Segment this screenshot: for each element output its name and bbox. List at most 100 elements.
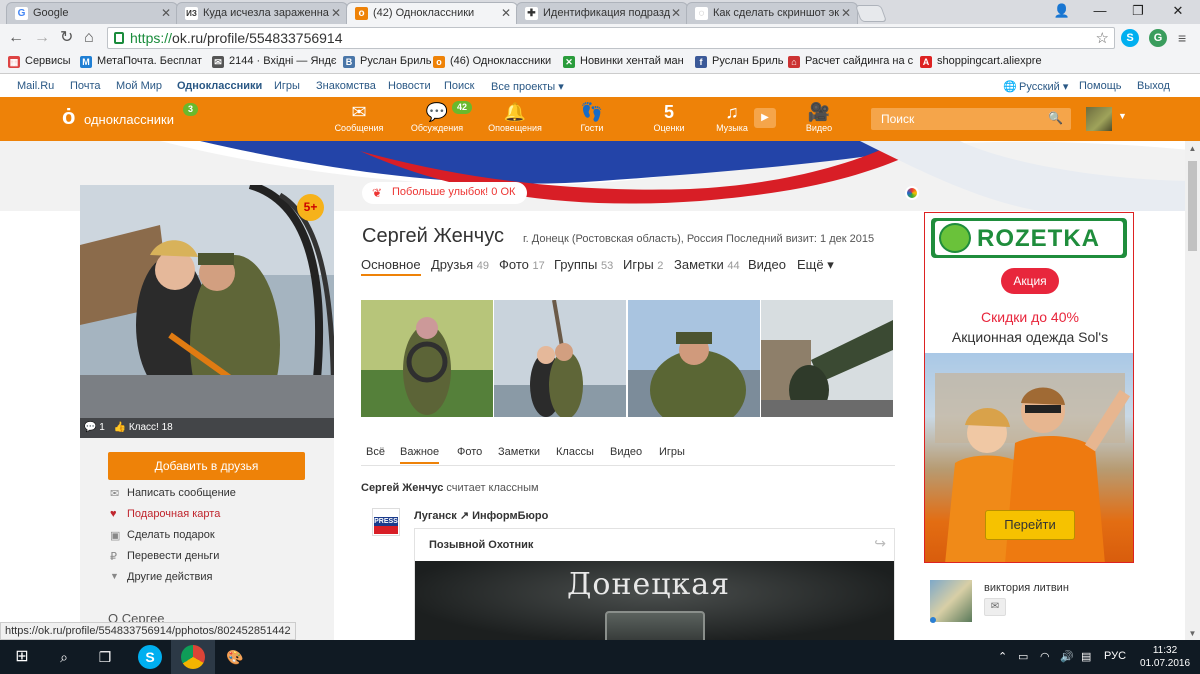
- search-icon[interactable]: 🔍: [1048, 111, 1063, 125]
- profile-photo[interactable]: 💬 1 👍 Класс! 18: [80, 185, 334, 438]
- scrollbar-thumb[interactable]: [1188, 161, 1197, 251]
- link-dating[interactable]: Знакомства: [316, 80, 376, 92]
- ad-go-button[interactable]: Перейти: [985, 510, 1075, 540]
- color-wheel-icon[interactable]: [905, 186, 919, 200]
- bookmark-item[interactable]: Ashoppingcart.aliexpre: [920, 55, 1042, 68]
- bookmark-item[interactable]: f Руслан Бриль: [695, 55, 784, 68]
- nav-ratings[interactable]: 5 Оценки: [641, 101, 697, 133]
- scroll-down-icon[interactable]: ▼: [1185, 626, 1200, 641]
- tab-photos[interactable]: Фото 17: [499, 257, 545, 272]
- gift-card-link[interactable]: ♥ Подарочная карта: [110, 508, 220, 520]
- make-gift-link[interactable]: ▣ Сделать подарок: [110, 529, 215, 542]
- tab-groups[interactable]: Группы 53: [554, 257, 613, 272]
- bookmark-item[interactable]: M МетаПочта. Бесплат: [80, 55, 202, 68]
- friend-name[interactable]: виктория литвин: [984, 582, 1069, 594]
- press-avatar[interactable]: PRESS: [372, 508, 400, 536]
- feed-card[interactable]: Позывной Охотник ↪ Донецкая: [414, 528, 895, 651]
- close-icon[interactable]: ✕: [501, 6, 511, 20]
- tab-games[interactable]: Игры 2: [623, 257, 663, 272]
- play-icon[interactable]: ▶: [754, 108, 776, 128]
- bookmark-item[interactable]: B Руслан Бриль: [343, 55, 432, 68]
- browser-tab-article[interactable]: ИЗ Куда исчезла зараженна ✕: [176, 2, 348, 24]
- link-games[interactable]: Игры: [274, 80, 300, 92]
- close-window-button[interactable]: ✕: [1160, 0, 1196, 22]
- feed-author[interactable]: Сергей Женчус: [361, 482, 443, 494]
- comment-count[interactable]: 1: [99, 422, 105, 433]
- photo-thumbnail[interactable]: [628, 300, 760, 417]
- forward-icon[interactable]: →: [34, 28, 50, 48]
- other-actions-link[interactable]: ▼ Другие действия: [110, 571, 212, 583]
- close-icon[interactable]: ✕: [161, 6, 171, 20]
- rate-five-plus-badge[interactable]: 5+: [297, 194, 324, 221]
- envelope-icon[interactable]: ✉: [984, 598, 1006, 616]
- chevron-down-icon[interactable]: ▼: [1118, 111, 1127, 121]
- skype-extension-icon[interactable]: S: [1121, 29, 1139, 47]
- notifications-icon[interactable]: ▤: [1081, 650, 1091, 663]
- photo-thumbnail[interactable]: [361, 300, 493, 417]
- user-profile-icon[interactable]: 👤: [1044, 0, 1080, 22]
- browser-tab-screenshot[interactable]: ◌ Как сделать скриншот эк ✕: [686, 2, 858, 24]
- nav-guests[interactable]: 👣 Гости: [564, 101, 620, 133]
- photo-thumbnail[interactable]: [494, 300, 626, 417]
- bookmark-item[interactable]: о (46) Одноклассники: [433, 55, 551, 68]
- extension-icon[interactable]: G: [1149, 29, 1167, 47]
- feed-tab-likes[interactable]: Классы: [556, 446, 594, 458]
- browser-tab-identification[interactable]: ✚ Идентификация подразд ✕: [516, 2, 688, 24]
- feed-source-link[interactable]: Луганск ↗ ИнформБюро: [414, 509, 548, 522]
- feed-tab-photos[interactable]: Фото: [457, 446, 482, 458]
- link-pochta[interactable]: Почта: [70, 80, 101, 92]
- link-all-projects[interactable]: Все проекты ▾: [491, 80, 564, 93]
- bookmark-item[interactable]: ✉ 2144 · Вхідні — Яндє: [212, 55, 337, 68]
- chrome-icon[interactable]: [181, 645, 205, 669]
- volume-icon[interactable]: 🔊: [1060, 650, 1074, 663]
- link-help[interactable]: Помощь: [1079, 80, 1122, 92]
- minimize-button[interactable]: —: [1082, 0, 1118, 22]
- feed-tab-video[interactable]: Видео: [610, 446, 642, 458]
- bookmark-item[interactable]: ✕ Новинки хентай ман: [563, 55, 684, 68]
- browser-tab-odnoklassniki[interactable]: о (42) Одноклассники ✕: [346, 2, 518, 24]
- tab-friends[interactable]: Друзья 49: [431, 257, 489, 272]
- tab-video[interactable]: Видео: [748, 257, 786, 272]
- feed-tab-notes[interactable]: Заметки: [498, 446, 540, 458]
- link-news[interactable]: Новости: [388, 80, 431, 92]
- scroll-up-icon[interactable]: ▲: [1185, 141, 1200, 156]
- nav-notifications[interactable]: 🔔 Оповещения: [487, 101, 543, 133]
- paint-icon[interactable]: 🎨: [223, 645, 247, 669]
- smiles-promo-button[interactable]: ❦ Побольше улыбок! 0 ОК: [362, 182, 528, 204]
- link-search[interactable]: Поиск: [444, 80, 474, 92]
- taskbar-clock[interactable]: 11:32 01.07.2016: [1140, 644, 1190, 670]
- link-moy-mir[interactable]: Мой Мир: [116, 80, 162, 92]
- page-scrollbar[interactable]: ▲ ▼: [1185, 141, 1200, 641]
- feed-tab-important[interactable]: Важное: [400, 446, 440, 464]
- battery-icon[interactable]: ▭: [1018, 650, 1028, 663]
- url-input[interactable]: https://ok.ru/profile/554833756914 ☆: [107, 27, 1115, 49]
- send-message-link[interactable]: ✉ Написать сообщение: [110, 487, 236, 500]
- card-title[interactable]: Позывной Охотник: [429, 539, 533, 551]
- tab-main[interactable]: Основное: [361, 257, 421, 276]
- wifi-icon[interactable]: ◠: [1040, 650, 1050, 663]
- windows-start-icon[interactable]: ⊞: [10, 645, 34, 669]
- transfer-money-link[interactable]: ₽ Перевести деньги: [110, 550, 219, 563]
- close-icon[interactable]: ✕: [841, 6, 851, 20]
- link-odnoklassniki[interactable]: Одноклассники: [177, 80, 262, 92]
- home-icon[interactable]: ⌂: [84, 28, 94, 48]
- close-icon[interactable]: ✕: [331, 6, 341, 20]
- search-icon[interactable]: ⌕: [52, 645, 76, 669]
- link-logout[interactable]: Выход: [1137, 80, 1170, 92]
- like-count[interactable]: Класс! 18: [129, 422, 173, 433]
- tab-notes[interactable]: Заметки 44: [674, 257, 740, 272]
- skype-icon[interactable]: S: [138, 645, 162, 669]
- chevron-up-icon[interactable]: ⌃: [998, 650, 1007, 663]
- search-input[interactable]: Поиск 🔍: [871, 108, 1071, 130]
- nav-music[interactable]: ♫ Музыка: [704, 101, 760, 133]
- new-tab-button[interactable]: [854, 5, 888, 22]
- avatar[interactable]: [1086, 107, 1112, 131]
- add-friend-button[interactable]: Добавить в друзья: [108, 452, 305, 480]
- feed-tab-games[interactable]: Игры: [659, 446, 685, 458]
- link-mailru[interactable]: Mail.Ru: [17, 80, 54, 92]
- tab-more[interactable]: Ещё ▾: [797, 257, 834, 273]
- card-image[interactable]: Донецкая: [415, 561, 894, 651]
- advertisement[interactable]: ROZETKA Акция Скидки до 40% Акционная од…: [924, 212, 1134, 563]
- bookmark-item[interactable]: ▦ Сервисы: [8, 55, 71, 68]
- bookmark-item[interactable]: ⌂ Расчет сайдинга на с: [788, 55, 913, 68]
